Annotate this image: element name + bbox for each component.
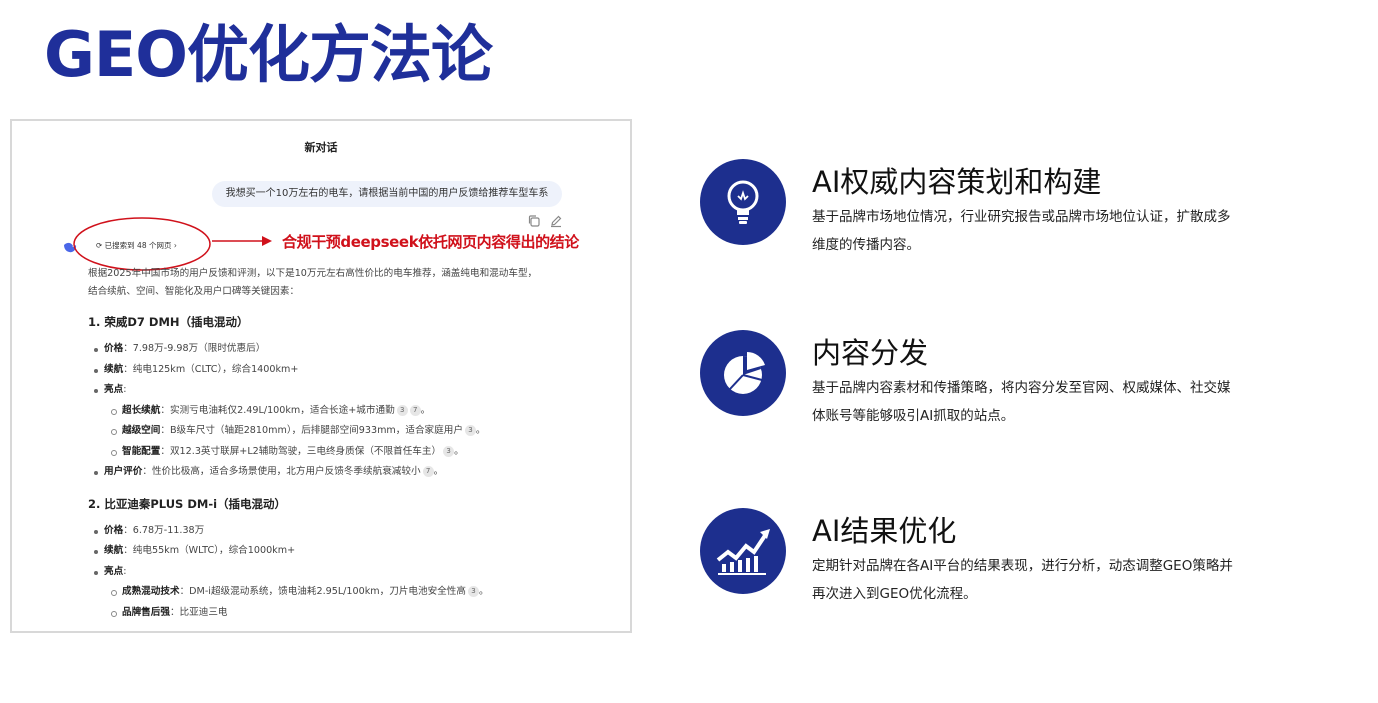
annotation-arrow xyxy=(212,236,272,246)
list-item: 价格：7.98万-9.98万（限时优惠后） xyxy=(88,339,608,360)
copy-icon[interactable] xyxy=(527,214,541,228)
feature-description: 基于品牌市场地位情况，行业研究报告或品牌市场地位认证，扩散成多 维度的传播内容。 xyxy=(812,209,1231,253)
slide-title: GEO优化方法论 xyxy=(44,18,493,91)
list-item: 成熟混动技术：DM-i超级混动系统，馈电油耗2.95L/100km，刀片电池安全… xyxy=(88,582,608,603)
feature-title: AI权威内容策划和构建 xyxy=(812,165,1102,199)
annotation-text: 合规干预deepseek依托网页内容得出的结论 xyxy=(282,233,579,251)
pie-chart-icon xyxy=(700,330,786,416)
citation-badge[interactable]: 3 xyxy=(396,404,408,416)
chat-screenshot: 新对话 我想买一个10万左右的电车，请根据当前中国的用户反馈给推荐车型车系 ⟳ … xyxy=(10,119,632,633)
highlight-ellipse xyxy=(73,217,211,271)
list-item: 亮点: xyxy=(88,380,608,401)
citation-badge[interactable]: 3 xyxy=(464,425,476,436)
car-heading: 2. 比亚迪秦PLUS DM-i（插电混动） xyxy=(88,496,287,511)
feature-title: 内容分发 xyxy=(812,336,929,370)
list-item: 续航：纯电55km（WLTC），综合1000km+ xyxy=(88,541,608,562)
citation-badge[interactable]: 3 xyxy=(443,445,455,457)
user-message-bubble: 我想买一个10万左右的电车，请根据当前中国的用户反馈给推荐车型车系 xyxy=(212,181,562,207)
lightbulb-icon xyxy=(700,159,786,245)
list-item: 续航：纯电125km（CLTC），综合1400km+ xyxy=(88,360,608,381)
list-item: 越级空间：B级车尺寸（轴距2810mm），后排腿部空间933mm，适合家庭用户 3… xyxy=(88,421,608,442)
list-item: 亮点: xyxy=(88,562,608,583)
list-item: 超长续航：实测亏电油耗仅2.49L/100km，适合长途+城市通勤 3 7。 xyxy=(88,401,608,422)
citation-badge[interactable]: 3 xyxy=(467,586,479,597)
car-heading: 1. 荣威D7 DMH（插电混动） xyxy=(88,315,249,329)
growth-chart-icon xyxy=(700,508,786,594)
chat-title: 新对话 xyxy=(304,141,338,154)
citation-badge[interactable]: 7 xyxy=(409,404,421,416)
list-item: 用户评价：性价比极高，适合多场景使用，北方用户反馈冬季续航衰减较小 7。 xyxy=(88,462,608,483)
list-item: 品牌售后强：比亚迪三电 xyxy=(88,603,608,624)
ai-answer: 根据2025年中国市场的用户反馈和评测，以下是10万元左右高性价比的电车推荐，涵… xyxy=(88,265,608,623)
feature-title: AI结果优化 xyxy=(812,514,957,548)
list-item: 智能配置：双12.3英寸联屏+L2辅助驾驶，三电终身质保（不限首任车主） 3。 xyxy=(88,442,608,463)
edit-icon[interactable] xyxy=(549,214,563,228)
citation-badge[interactable]: 7 xyxy=(422,466,434,477)
feature-description: 基于品牌内容素材和传播策略，将内容分发至官网、权威媒体、社交媒 体账号等能够吸引… xyxy=(812,380,1231,424)
list-item: 价格：6.78万-11.38万 xyxy=(88,521,608,542)
answer-intro: 根据2025年中国市场的用户反馈和评测，以下是10万元左右高性价比的电车推荐，涵… xyxy=(88,268,538,297)
feature-description: 定期针对品牌在各AI平台的结果表现，进行分析，动态调整GEO策略并 再次进入到G… xyxy=(812,558,1233,602)
